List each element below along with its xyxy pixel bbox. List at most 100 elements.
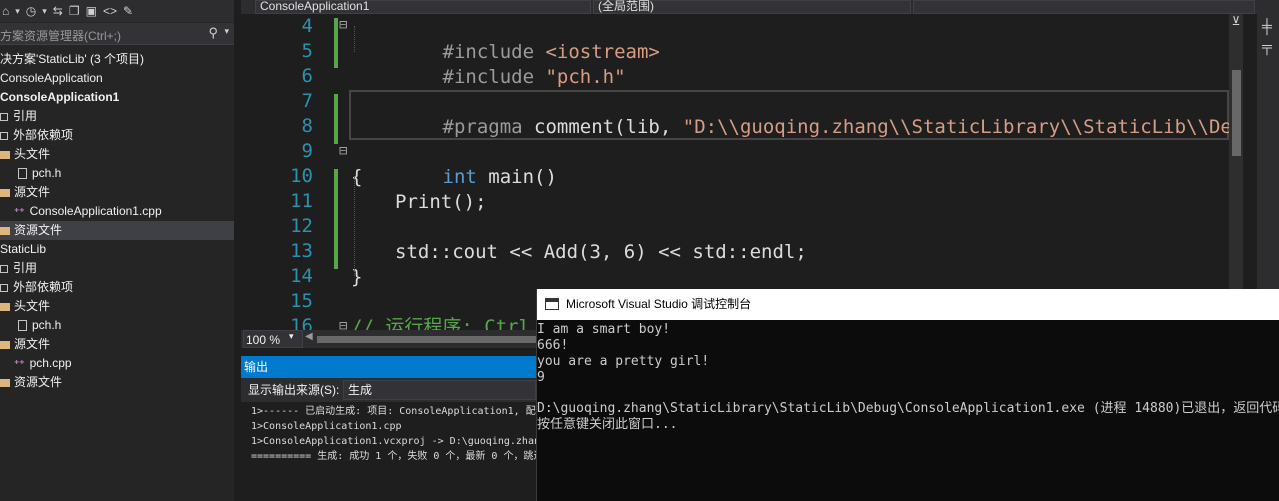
chevron-down-icon[interactable]: ▾	[289, 331, 294, 342]
navigation-bar: ConsoleApplication1 (全局范围)	[241, 0, 1279, 14]
header-file-icon	[18, 320, 27, 332]
horizontal-scrollbar[interactable]	[317, 336, 536, 343]
vs-window: ⌂ ▾ ◷ ▾ ⇆ ❐ ▣ <> ✎ 方案资源管理器(Ctrl+;) ⚲ ▾ 决…	[0, 0, 1279, 501]
output-source-value: 生成	[348, 383, 373, 397]
output-source-label: 显示输出来源(S):	[248, 383, 340, 397]
line-number: 6	[301, 65, 313, 87]
zoom-value: 100 %	[246, 333, 281, 347]
search-icon[interactable]: ⚲	[208, 25, 218, 41]
history-icon[interactable]: ◷	[26, 4, 36, 18]
reference-icon	[0, 131, 8, 140]
tree-item[interactable]: ⁺⁺ ConsoleApplication1.cpp	[0, 202, 234, 221]
scope-dropdown[interactable]: (全局范围)	[593, 0, 911, 14]
split-view-icon[interactable]: ⊻	[1229, 14, 1243, 28]
output-source-dropdown[interactable]: 生成	[343, 380, 536, 400]
sync-icon[interactable]: ⇆	[53, 4, 63, 18]
console-icon	[545, 298, 559, 310]
code-cout-statement: std::cout << Add(3, 6) << std::endl;	[395, 241, 807, 263]
header-file-icon	[18, 168, 27, 180]
project-dropdown-value: ConsoleApplication1	[260, 0, 370, 13]
tree-item[interactable]: 引用	[0, 259, 234, 278]
project-dropdown[interactable]: ConsoleApplication1	[255, 0, 591, 14]
scroll-left-icon[interactable]: ◀	[305, 331, 313, 342]
zoom-dropdown[interactable]: 100 %	[243, 330, 303, 348]
folder-icon	[0, 150, 10, 159]
vertical-scrollbar[interactable]	[1229, 14, 1243, 330]
chevron-down-icon[interactable]: ▾	[42, 6, 47, 17]
tree-item[interactable]: ⁺⁺ pch.cpp	[0, 354, 234, 373]
console-title: Microsoft Visual Studio 调试控制台	[566, 297, 752, 311]
cpp-file-icon: ⁺⁺	[14, 359, 25, 370]
tree-item[interactable]: ConsoleApplication1	[0, 88, 234, 107]
tree-item-label: 决方案'StaticLib' (3 个项目)	[0, 52, 144, 66]
line-number: 8	[301, 115, 313, 137]
output-source-bar: 显示输出来源(S): 生成	[241, 378, 536, 402]
output-title: 输出	[244, 360, 269, 374]
output-text[interactable]: 1>------ 已启动生成: 项目: ConsoleApplication1,…	[241, 402, 536, 464]
tree-item[interactable]: pch.h	[0, 164, 234, 183]
line-number: 14	[290, 265, 313, 287]
line-number: 9	[301, 140, 313, 162]
output-panel: 输出 显示输出来源(S): 生成 1>------ 已启动生成: 项目: Con…	[241, 356, 536, 501]
tree-item-label: 外部依赖项	[13, 280, 74, 294]
tree-item[interactable]: 引用	[0, 107, 234, 126]
pages-icon[interactable]: ▣	[86, 4, 97, 18]
tree-item-label: StaticLib	[0, 242, 47, 256]
tree-item[interactable]: ConsoleApplication	[0, 69, 234, 88]
chevron-down-icon[interactable]: ▾	[224, 26, 229, 37]
output-title-bar[interactable]: 输出	[241, 356, 536, 378]
code-area[interactable]: #include <iostream> #include "pch.h" #pr…	[351, 14, 1229, 330]
tree-item[interactable]: pch.h	[0, 316, 234, 335]
tree-item[interactable]: 源文件	[0, 335, 234, 354]
output-line: 1>------ 已启动生成: 项目: ConsoleApplication1,…	[251, 406, 536, 417]
output-line: 1>ConsoleApplication1.cpp	[251, 421, 402, 432]
tree-item[interactable]: 决方案'StaticLib' (3 个项目)	[0, 50, 234, 69]
folder-icon	[0, 226, 10, 235]
console-line: I am a smart boy!	[537, 322, 671, 337]
cpp-file-icon: ⁺⁺	[14, 207, 25, 218]
indent-guide	[354, 26, 355, 52]
code-view-icon[interactable]: <>	[103, 4, 117, 18]
fold-toggle-icon[interactable]: ⊟	[339, 143, 347, 159]
folder-icon	[0, 302, 10, 311]
tree-item[interactable]: 头文件	[0, 297, 234, 316]
debug-console-window[interactable]: Microsoft Visual Studio 调试控制台 I am a sma…	[536, 289, 1279, 501]
tree-item[interactable]: 外部依赖项	[0, 126, 234, 145]
explorer-search-input[interactable]: 方案资源管理器(Ctrl+;) ⚲ ▾	[0, 23, 234, 45]
code-editor[interactable]: ConsoleApplication1 (全局范围) 4 5 6 7 8 9 10 11 12 1…	[241, 0, 1279, 337]
change-bar	[334, 94, 338, 144]
console-line: 按任意键关闭此窗口...	[537, 417, 678, 432]
tree-item-label: pch.h	[32, 318, 62, 332]
line-number: 5	[301, 40, 313, 62]
tree-item[interactable]: 资源文件	[0, 221, 234, 240]
member-dropdown[interactable]	[913, 0, 1255, 14]
tree-item[interactable]: 头文件	[0, 145, 234, 164]
copy-icon[interactable]: ❐	[69, 4, 80, 18]
pin-icon[interactable]: ╪	[1262, 18, 1272, 34]
tree-item-label: pch.cpp	[29, 356, 72, 370]
tree-item[interactable]: 资源文件	[0, 373, 234, 392]
tree-item-label: 头文件	[14, 147, 51, 161]
chevron-down-icon[interactable]: ▾	[15, 6, 20, 17]
console-line: you are a pretty girl!	[537, 354, 710, 369]
line-number: 12	[290, 215, 313, 237]
code-pragma-args: comment(lib,	[534, 116, 683, 138]
tree-item-label: pch.h	[32, 166, 62, 180]
fold-toggle-icon[interactable]: ⊟	[339, 17, 347, 33]
split-icon[interactable]: ╤	[1262, 38, 1272, 54]
scrollbar-thumb[interactable]	[1232, 70, 1241, 156]
tree-item[interactable]: 外部依赖项	[0, 278, 234, 297]
home-icon[interactable]: ⌂	[2, 4, 9, 18]
tree-item[interactable]: StaticLib	[0, 240, 234, 259]
console-title-bar[interactable]: Microsoft Visual Studio 调试控制台	[537, 289, 1279, 320]
solution-tree: 决方案'StaticLib' (3 个项目) ConsoleApplication…	[0, 50, 234, 392]
code-pragma-path: "D:\\guoqing.zhang\\StaticLibrary\\Stati…	[682, 116, 1229, 138]
tree-item-label: ConsoleApplication1.cpp	[29, 204, 162, 218]
wrench-icon[interactable]: ✎	[123, 4, 133, 18]
console-output[interactable]: I am a smart boy! 666! you are a pretty …	[537, 320, 1279, 433]
right-tool-strip: ╪ ╤	[1257, 14, 1279, 330]
tree-item[interactable]: 源文件	[0, 183, 234, 202]
tree-item-label: 引用	[13, 109, 38, 123]
line-number-gutter: 4 5 6 7 8 9 10 11 12 13 14 15 16 ⊟ ⊟ ⊟	[241, 14, 347, 337]
code-close-brace: }	[351, 266, 363, 288]
